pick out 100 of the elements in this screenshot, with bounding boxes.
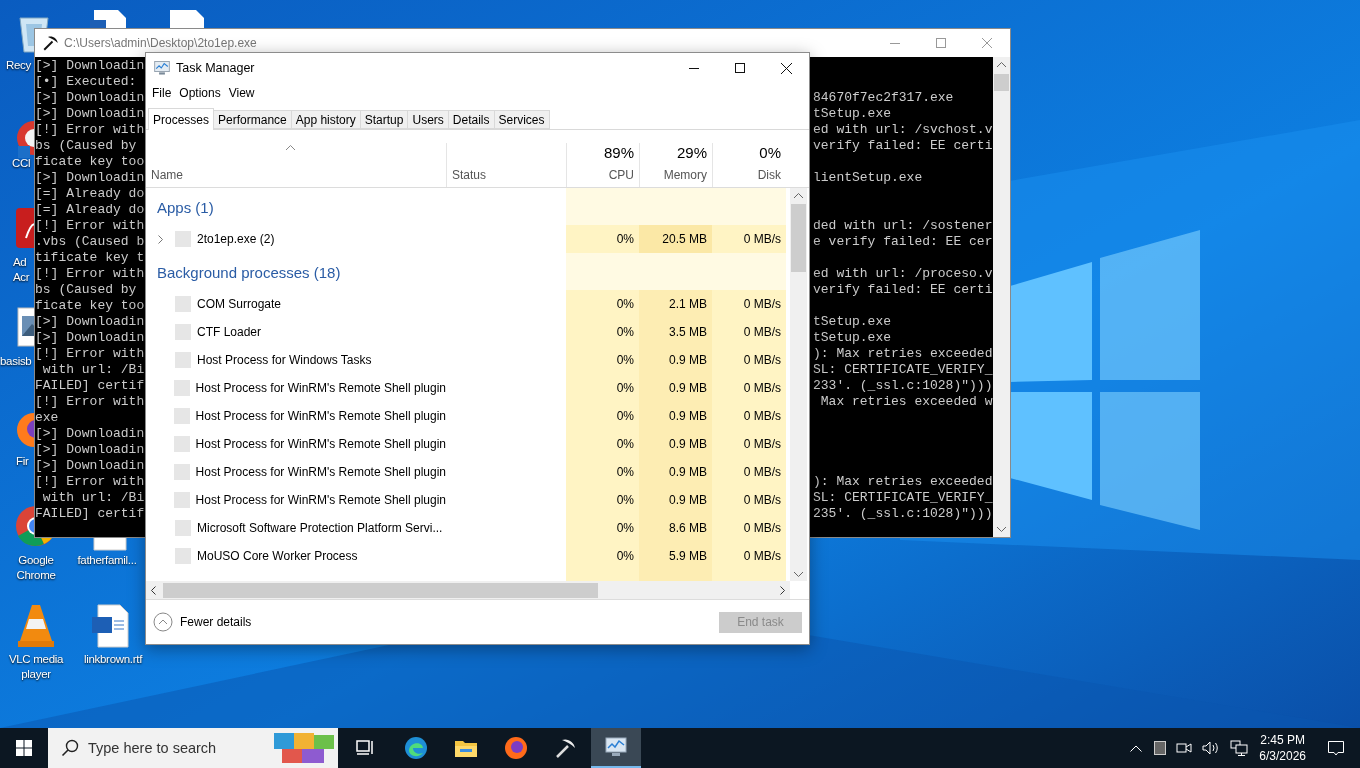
minimize-icon — [689, 67, 699, 69]
column-header[interactable]: CPU — [608, 166, 634, 184]
process-icon — [175, 231, 191, 247]
process-name: Host Process for WinRM's Remote Shell plugin — [195, 492, 446, 509]
desktop-icon-label[interactable]: Fir — [16, 454, 33, 469]
cpu-cell-text: 0% — [616, 492, 634, 509]
scroll-up-icon — [794, 193, 803, 198]
console-line: [=] Already do — [35, 186, 146, 202]
clock-date[interactable]: 6/3/2026 — [1259, 748, 1306, 764]
console-line: verify failed: EE certi — [813, 282, 993, 298]
disk-cell-text: 0 MB/s — [743, 352, 781, 369]
process-icon — [174, 492, 190, 508]
taskbar-app-button[interactable] — [591, 728, 641, 768]
edge-icon — [404, 736, 428, 760]
disk-cell-text: 0 MB/s — [743, 436, 781, 453]
console-line: Max retries exceeded w — [819, 394, 993, 410]
console-line: [>] Downloadin — [35, 106, 146, 122]
console-line: FAILED] certif — [35, 378, 146, 394]
desktop-icon-label[interactable]: linkbrown.rtf — [72, 652, 154, 667]
task-manager-icon — [604, 736, 628, 758]
desktop-icon-label[interactable]: CCl — [12, 156, 33, 171]
console-line: ficate key too — [35, 154, 146, 170]
cpu-cell-text: 0% — [616, 231, 634, 248]
vertical-scrollbar[interactable] — [993, 57, 1010, 537]
console-line: ficate key too — [35, 298, 146, 314]
window-title: C:\Users\admin\Desktop\2to1ep.exe — [64, 35, 257, 52]
scrollbar-thumb[interactable] — [994, 74, 1009, 91]
column-header[interactable]: Disk — [757, 166, 781, 184]
fewer-details-button[interactable]: Fewer details — [153, 612, 252, 632]
process-icon — [174, 408, 190, 424]
console-line: 84670f7ec2f317.exe — [813, 90, 955, 106]
desktop-icon-label[interactable]: VLC media player — [1, 652, 71, 682]
process-icon — [175, 520, 191, 536]
tray-app-icon[interactable] — [1154, 741, 1167, 755]
disk-cell-text: 0 MB/s — [743, 492, 781, 509]
menu-item[interactable]: View — [225, 84, 258, 102]
tab[interactable]: Users — [408, 110, 449, 129]
collapse-circle-icon — [153, 612, 173, 632]
console-line: [!] Error with — [35, 394, 146, 410]
cpu-cell-text: 0% — [616, 352, 634, 369]
chevron-up-icon[interactable] — [1130, 744, 1143, 752]
console-line: tificate key t — [35, 250, 146, 266]
expand-chevron-icon[interactable] — [158, 234, 163, 244]
firefox-icon — [504, 736, 528, 760]
column-header[interactable]: Memory — [663, 166, 707, 184]
memory-cell-text: 0.9 MB — [669, 380, 707, 397]
desktop-icon-label[interactable]: basisb — [0, 354, 34, 369]
desktop-icon-label[interactable]: Recy — [6, 58, 36, 73]
console-line: [>] Downloadin — [35, 170, 146, 186]
group-header: Apps (1) — [157, 198, 214, 219]
console-line: [>] Downloadin — [35, 330, 146, 346]
disk-cell-text: 0 MB/s — [743, 464, 781, 481]
column-summary: 89% — [603, 143, 634, 163]
console-line: [!] Error with — [35, 346, 146, 362]
clock-time[interactable]: 2:45 PM — [1260, 732, 1305, 748]
scroll-right-icon — [780, 585, 785, 595]
tab[interactable]: Details — [448, 110, 495, 129]
tab[interactable]: Startup — [360, 110, 409, 129]
process-name: Microsoft Software Protection Platform Servi... — [197, 520, 443, 537]
console-line: 233'. (_ssl.c:1028)"))) — [813, 378, 993, 394]
console-line: [!] Error with — [35, 218, 146, 234]
menu-item[interactable]: Options — [176, 84, 224, 102]
process-icon — [175, 296, 191, 312]
console-line: SL: CERTIFICATE_VERIFY_ — [813, 362, 993, 378]
console-line: lientSetup.exe — [813, 170, 924, 186]
word-document-icon — [90, 603, 130, 649]
process-name: MoUSO Core Worker Process — [197, 548, 358, 565]
speaker-icon[interactable] — [1202, 741, 1221, 755]
tab[interactable]: App history — [291, 110, 361, 129]
network-icon[interactable] — [1230, 740, 1249, 756]
disk-cell-text: 0 MB/s — [743, 520, 781, 537]
disk-cell-text: 0 MB/s — [743, 408, 781, 425]
process-icon — [175, 324, 191, 340]
console-line: [>] Downloadin — [35, 90, 146, 106]
process-icon — [174, 380, 190, 396]
console-line: [>] Downloadin — [35, 458, 146, 474]
horizontal-scrollbar[interactable] — [146, 581, 790, 599]
maximize-icon — [735, 63, 745, 73]
cpu-cell-text: 0% — [616, 324, 634, 341]
memory-cell-text: 0.9 MB — [669, 436, 707, 453]
disk-cell-text: 0 MB/s — [743, 324, 781, 341]
desktop-icon-label[interactable]: Ad Acr — [13, 255, 33, 285]
camera-icon[interactable] — [1176, 741, 1193, 755]
column-header[interactable]: Name — [151, 166, 183, 184]
memory-cell-text: 3.5 MB — [669, 324, 707, 341]
memory-cell-text: 20.5 MB — [662, 231, 707, 248]
console-line: with url: /Bi — [41, 362, 146, 378]
scrollbar-thumb[interactable] — [791, 204, 806, 272]
scrollbar-thumb[interactable] — [163, 582, 598, 598]
tab[interactable]: Services — [494, 110, 550, 129]
menu-item[interactable]: File — [149, 84, 175, 102]
vertical-scrollbar[interactable] — [790, 188, 807, 581]
desktop-icon-label[interactable]: fatherfamil... — [70, 553, 144, 568]
tab[interactable]: Performance — [214, 110, 292, 129]
cpu-cell-text: 0% — [616, 548, 634, 565]
desktop-icon-label[interactable]: Google Chrome — [1, 553, 71, 583]
tab[interactable]: Processes — [148, 108, 215, 130]
memory-cell-text: 0.9 MB — [669, 464, 707, 481]
column-header[interactable]: Status — [452, 166, 487, 184]
close-icon — [780, 62, 792, 74]
